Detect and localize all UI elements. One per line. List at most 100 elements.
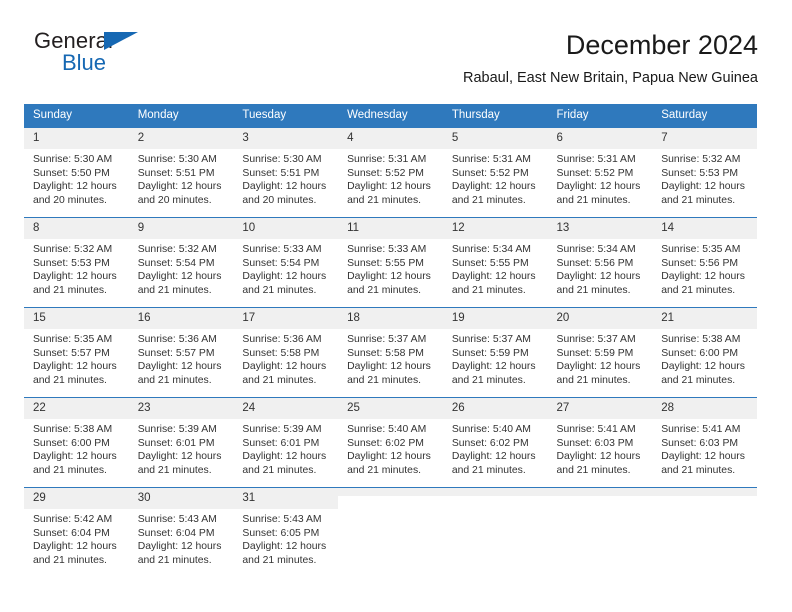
day-number: 11 bbox=[338, 218, 443, 239]
calendar-day[interactable]: 24 Sunrise: 5:39 AM Sunset: 6:01 PM Dayligh… bbox=[233, 397, 339, 487]
sunset-text: Sunset: 6:02 PM bbox=[347, 437, 424, 449]
calendar-day[interactable]: 13 Sunrise: 5:34 AM Sunset: 5:56 PM Dayligh… bbox=[547, 217, 653, 307]
calendar-day[interactable]: 5 Sunrise: 5:31 AM Sunset: 5:52 PM Daylight… bbox=[442, 127, 548, 217]
calendar-day[interactable]: 22 Sunrise: 5:38 AM Sunset: 6:00 PM Dayligh… bbox=[24, 397, 129, 487]
day-number: 19 bbox=[442, 308, 548, 329]
calendar-cell: 12 Sunrise: 5:34 AM Sunset: 5:55 PM Dayligh… bbox=[442, 217, 548, 307]
day-details: Sunrise: 5:37 AM Sunset: 5:59 PM Daylight:… bbox=[443, 329, 548, 387]
location-subtitle: Rabaul, East New Britain, Papua New Guin… bbox=[463, 70, 758, 86]
daylight-text: Daylight: 12 hours and 21 minutes. bbox=[137, 451, 222, 476]
day-number: 17 bbox=[233, 308, 339, 329]
calendar-day[interactable]: 8 Sunrise: 5:32 AM Sunset: 5:53 PM Daylight… bbox=[24, 217, 129, 307]
calendar-week-row: 22 Sunrise: 5:38 AM Sunset: 6:00 PM Dayligh… bbox=[24, 397, 757, 487]
day-number: 25 bbox=[338, 398, 443, 419]
calendar-day[interactable]: 14 Sunrise: 5:35 AM Sunset: 5:56 PM Dayligh… bbox=[652, 217, 757, 307]
daylight-text: Daylight: 12 hours and 21 minutes. bbox=[347, 271, 431, 296]
calendar-cell: 6 Sunrise: 5:31 AM Sunset: 5:52 PM Daylight… bbox=[547, 127, 653, 217]
day-details: Sunrise: 5:37 AM Sunset: 5:58 PM Daylight:… bbox=[338, 329, 443, 387]
sunrise-text: Sunrise: 5:38 AM bbox=[661, 334, 741, 345]
sunrise-text: Sunrise: 5:32 AM bbox=[33, 244, 113, 255]
calendar-day[interactable]: 18 Sunrise: 5:37 AM Sunset: 5:58 PM Dayligh… bbox=[338, 307, 443, 397]
day-number: 4 bbox=[338, 128, 443, 149]
day-details: Sunrise: 5:35 AM Sunset: 5:57 PM Daylight:… bbox=[24, 329, 129, 387]
sunrise-text: Sunrise: 5:37 AM bbox=[556, 334, 636, 345]
brand-name-blue: Blue bbox=[62, 50, 107, 75]
calendar-day[interactable]: 28 Sunrise: 5:41 AM Sunset: 6:03 PM Dayligh… bbox=[652, 397, 757, 487]
sunset-text: Sunset: 5:52 PM bbox=[556, 167, 634, 179]
calendar-day[interactable]: 26 Sunrise: 5:40 AM Sunset: 6:02 PM Dayligh… bbox=[442, 397, 548, 487]
sunrise-text: Sunrise: 5:32 AM bbox=[137, 244, 217, 255]
calendar-day[interactable]: 15 Sunrise: 5:35 AM Sunset: 5:57 PM Dayligh… bbox=[24, 307, 129, 397]
calendar-cell: 4 Sunrise: 5:31 AM Sunset: 5:52 PM Daylight… bbox=[338, 127, 443, 217]
calendar-day[interactable]: 4 Sunrise: 5:31 AM Sunset: 5:52 PM Daylight… bbox=[338, 127, 443, 217]
calendar-day[interactable]: 19 Sunrise: 5:37 AM Sunset: 5:59 PM Dayligh… bbox=[442, 307, 548, 397]
calendar-day[interactable]: 16 Sunrise: 5:36 AM Sunset: 5:57 PM Dayligh… bbox=[128, 307, 234, 397]
sunrise-text: Sunrise: 5:43 AM bbox=[242, 514, 322, 525]
daylight-text: Daylight: 12 hours and 21 minutes. bbox=[556, 361, 641, 386]
calendar-week-row: 15 Sunrise: 5:35 AM Sunset: 5:57 PM Dayligh… bbox=[24, 307, 757, 397]
calendar-day[interactable]: 31 Sunrise: 5:43 AM Sunset: 6:05 PM Dayligh… bbox=[233, 487, 339, 577]
daylight-text: Daylight: 12 hours and 21 minutes. bbox=[242, 361, 327, 386]
calendar-day-empty bbox=[338, 487, 443, 577]
sunset-text: Sunset: 5:57 PM bbox=[33, 347, 110, 359]
calendar-day-empty bbox=[652, 487, 757, 577]
sunset-text: Sunset: 5:57 PM bbox=[137, 347, 215, 359]
calendar-day[interactable]: 27 Sunrise: 5:41 AM Sunset: 6:03 PM Dayligh… bbox=[547, 397, 653, 487]
calendar-day[interactable]: 3 Sunrise: 5:30 AM Sunset: 5:51 PM Daylight… bbox=[233, 127, 339, 217]
daylight-text: Daylight: 12 hours and 21 minutes. bbox=[661, 181, 745, 206]
weekday-header-wednesday: Wednesday bbox=[338, 104, 443, 127]
sunset-text: Sunset: 6:04 PM bbox=[137, 527, 215, 539]
calendar-day[interactable]: 12 Sunrise: 5:34 AM Sunset: 5:55 PM Dayligh… bbox=[442, 217, 548, 307]
sunrise-text: Sunrise: 5:30 AM bbox=[33, 154, 113, 165]
calendar-cell: 29 Sunrise: 5:42 AM Sunset: 6:04 PM Dayligh… bbox=[24, 487, 129, 577]
daylight-text: Daylight: 12 hours and 21 minutes. bbox=[451, 451, 536, 476]
calendar-cell bbox=[338, 487, 443, 577]
calendar-cell: 28 Sunrise: 5:41 AM Sunset: 6:03 PM Dayligh… bbox=[652, 397, 757, 487]
calendar-day[interactable]: 25 Sunrise: 5:40 AM Sunset: 6:02 PM Dayligh… bbox=[338, 397, 443, 487]
calendar-day[interactable]: 1 Sunrise: 5:30 AM Sunset: 5:50 PM Daylight… bbox=[24, 127, 129, 217]
calendar-day[interactable]: 9 Sunrise: 5:32 AM Sunset: 5:54 PM Daylight… bbox=[128, 217, 234, 307]
calendar-day[interactable]: 17 Sunrise: 5:36 AM Sunset: 5:58 PM Dayligh… bbox=[233, 307, 339, 397]
calendar-day[interactable]: 29 Sunrise: 5:42 AM Sunset: 6:04 PM Dayligh… bbox=[24, 487, 129, 577]
sunset-text: Sunset: 5:56 PM bbox=[556, 257, 634, 269]
calendar-day[interactable]: 30 Sunrise: 5:43 AM Sunset: 6:04 PM Dayligh… bbox=[128, 487, 234, 577]
daylight-text: Daylight: 12 hours and 21 minutes. bbox=[556, 271, 641, 296]
day-number: 22 bbox=[24, 398, 129, 419]
day-details: Sunrise: 5:32 AM Sunset: 5:53 PM Daylight:… bbox=[652, 149, 757, 207]
day-details: Sunrise: 5:38 AM Sunset: 6:00 PM Daylight:… bbox=[652, 329, 757, 387]
calendar-day-empty bbox=[547, 487, 653, 577]
calendar-day[interactable]: 23 Sunrise: 5:39 AM Sunset: 6:01 PM Dayligh… bbox=[128, 397, 234, 487]
day-number bbox=[338, 488, 443, 496]
calendar-week-row: 8 Sunrise: 5:32 AM Sunset: 5:53 PM Daylight… bbox=[24, 217, 757, 307]
calendar-day[interactable]: 6 Sunrise: 5:31 AM Sunset: 5:52 PM Daylight… bbox=[547, 127, 653, 217]
calendar-page: General Blue December 2024 Rabaul, East … bbox=[0, 0, 792, 612]
sunrise-text: Sunrise: 5:37 AM bbox=[451, 334, 531, 345]
day-details: Sunrise: 5:30 AM Sunset: 5:51 PM Daylight:… bbox=[129, 149, 234, 207]
day-number: 27 bbox=[547, 398, 653, 419]
calendar-day[interactable]: 20 Sunrise: 5:37 AM Sunset: 5:59 PM Dayligh… bbox=[547, 307, 653, 397]
calendar-day[interactable]: 11 Sunrise: 5:33 AM Sunset: 5:55 PM Dayligh… bbox=[338, 217, 443, 307]
calendar-table: Sunday Monday Tuesday Wednesday Thursday… bbox=[24, 104, 757, 577]
daylight-text: Daylight: 12 hours and 21 minutes. bbox=[33, 361, 117, 386]
brand-logo[interactable]: General Blue bbox=[34, 28, 254, 90]
sunrise-text: Sunrise: 5:41 AM bbox=[556, 424, 636, 435]
day-number: 24 bbox=[233, 398, 339, 419]
calendar-day[interactable]: 2 Sunrise: 5:30 AM Sunset: 5:51 PM Daylight… bbox=[128, 127, 234, 217]
sunrise-text: Sunrise: 5:42 AM bbox=[33, 514, 113, 525]
calendar-day-empty bbox=[442, 487, 548, 577]
daylight-text: Daylight: 12 hours and 21 minutes. bbox=[137, 541, 222, 566]
sunset-text: Sunset: 5:52 PM bbox=[451, 167, 529, 179]
sunset-text: Sunset: 6:00 PM bbox=[661, 347, 739, 359]
day-number: 14 bbox=[652, 218, 757, 239]
sunset-text: Sunset: 6:03 PM bbox=[556, 437, 634, 449]
calendar-day[interactable]: 7 Sunrise: 5:32 AM Sunset: 5:53 PM Daylight… bbox=[652, 127, 757, 217]
calendar-day[interactable]: 21 Sunrise: 5:38 AM Sunset: 6:00 PM Dayligh… bbox=[652, 307, 757, 397]
sunset-text: Sunset: 6:00 PM bbox=[33, 437, 110, 449]
page-header: General Blue December 2024 Rabaul, East … bbox=[34, 28, 758, 98]
calendar-cell: 9 Sunrise: 5:32 AM Sunset: 5:54 PM Daylight… bbox=[128, 217, 234, 307]
calendar-week-row: 1 Sunrise: 5:30 AM Sunset: 5:50 PM Daylight… bbox=[24, 127, 757, 217]
sunrise-text: Sunrise: 5:32 AM bbox=[661, 154, 741, 165]
sunset-text: Sunset: 5:53 PM bbox=[33, 257, 110, 269]
calendar-cell bbox=[547, 487, 653, 577]
calendar-day[interactable]: 10 Sunrise: 5:33 AM Sunset: 5:54 PM Dayligh… bbox=[233, 217, 339, 307]
